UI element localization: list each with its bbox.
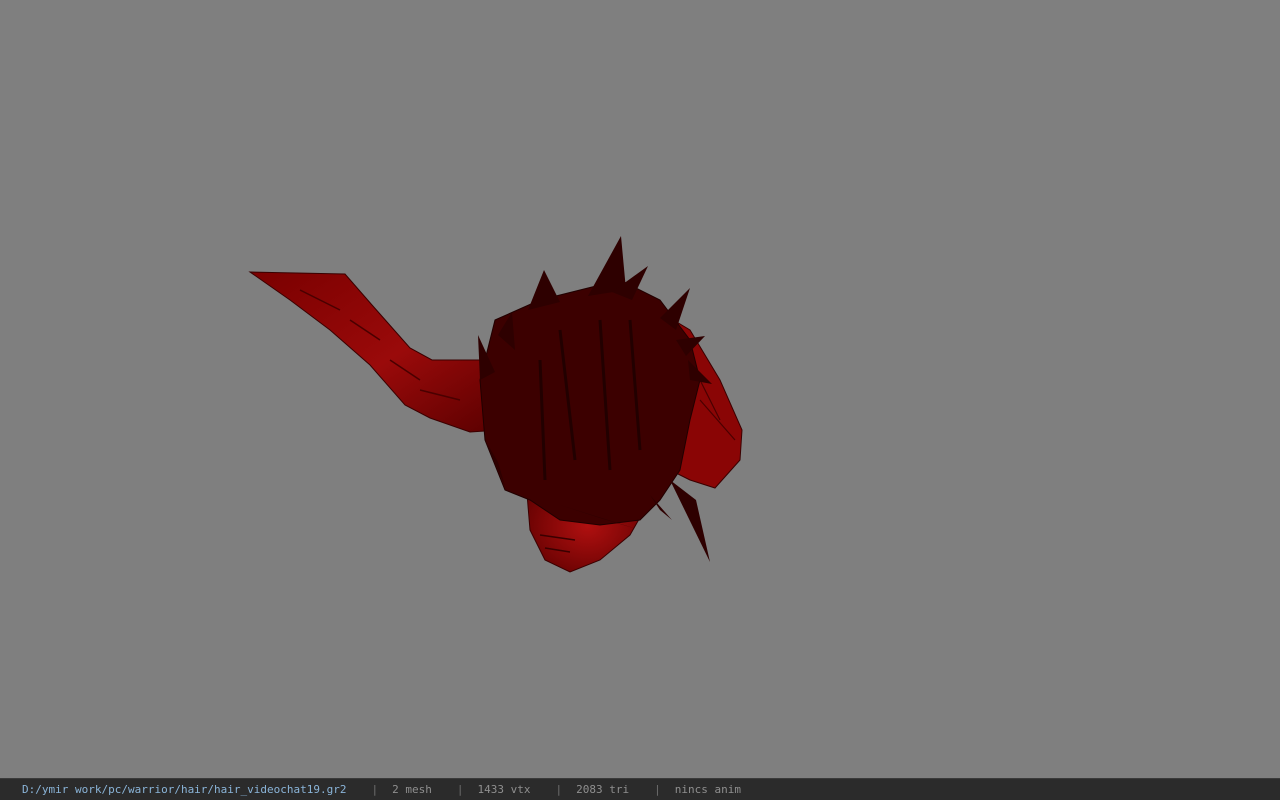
status-bar: D:/ymir work/pc/warrior/hair/hair_videoc…	[0, 778, 1280, 800]
separator: |	[555, 783, 563, 796]
vertex-count-label: 1433 vtx	[477, 783, 531, 796]
hair-model-render[interactable]	[0, 0, 1280, 778]
animation-label: nincs anim	[674, 783, 741, 796]
separator: |	[371, 783, 379, 796]
triangle-count-label: 2083 tri	[576, 783, 630, 796]
separator: |	[456, 783, 464, 796]
3d-viewport[interactable]	[0, 0, 1280, 778]
horn-shape	[248, 271, 501, 433]
mesh-count-label: 2 mesh	[392, 783, 432, 796]
separator: |	[654, 783, 661, 796]
file-path-label: D:/ymir work/pc/warrior/hair/hair_videoc…	[22, 783, 347, 796]
